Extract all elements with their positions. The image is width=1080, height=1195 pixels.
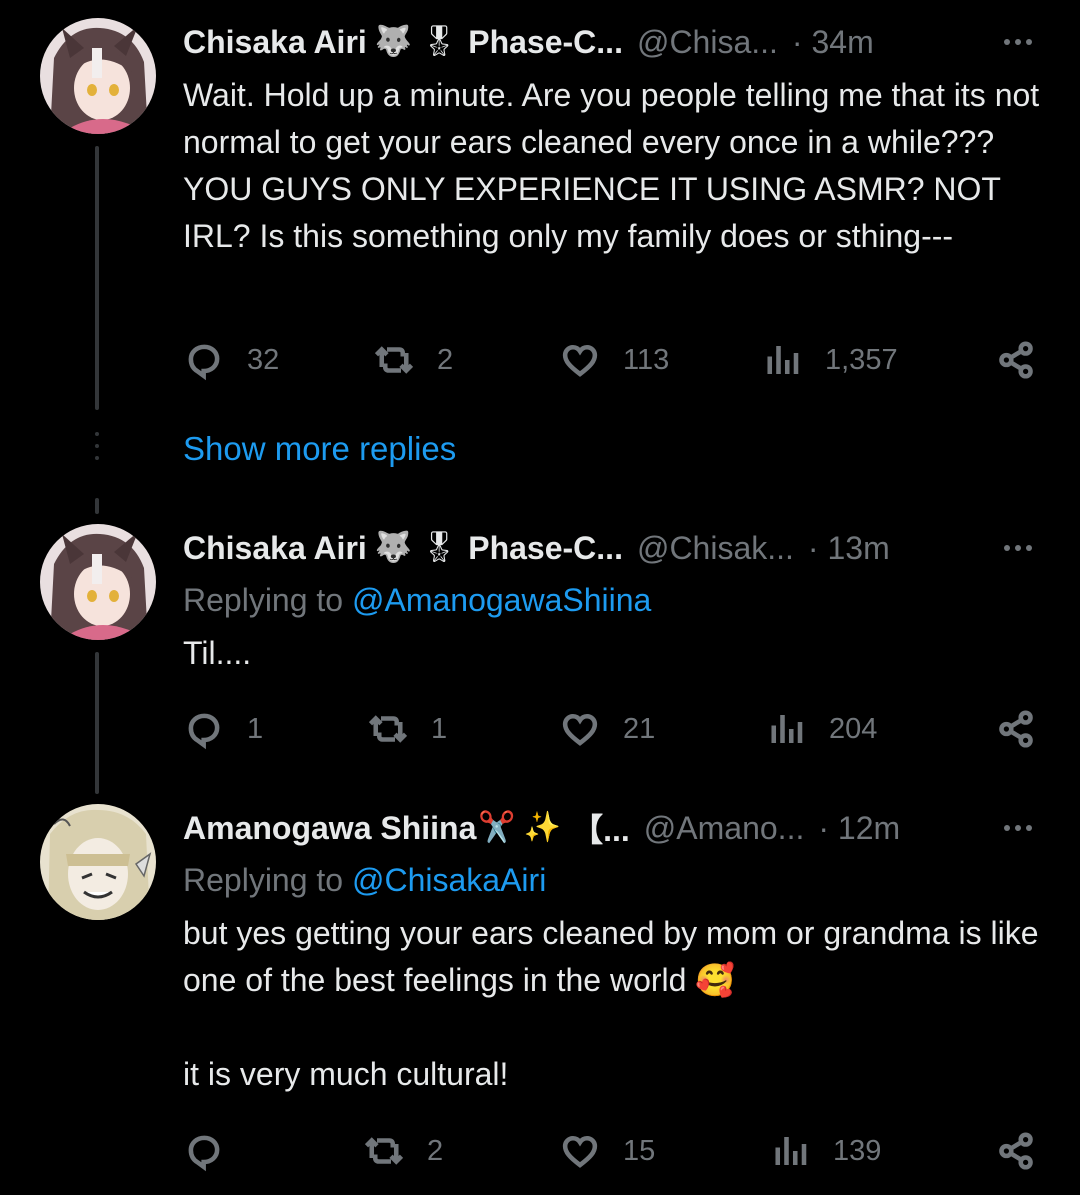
avatar[interactable] <box>40 18 156 134</box>
reply-button[interactable]: 1 <box>183 705 263 753</box>
scissors-badge-icon: ✂️ <box>478 811 516 844</box>
timestamp[interactable]: · 13m <box>808 530 890 567</box>
display-name[interactable]: Chisaka Airi <box>183 24 367 61</box>
views-count: 1,357 <box>825 343 898 376</box>
replying-to: Replying to @AmanogawaShiina <box>183 582 651 619</box>
tweet-paragraph: Til.... <box>183 635 252 671</box>
views-count: 139 <box>833 1134 882 1167</box>
retweet-count: 2 <box>427 1134 444 1167</box>
retweet-count: 1 <box>431 712 448 745</box>
like-button[interactable]: 113 <box>559 336 669 384</box>
share-button[interactable] <box>995 336 1037 384</box>
thread-line <box>95 146 99 410</box>
tweet-actions: 1 1 21 204 <box>183 705 1040 753</box>
timestamp[interactable]: · 12m <box>818 810 900 847</box>
replying-prefix: Replying to <box>183 862 352 898</box>
like-count: 113 <box>623 343 670 376</box>
thread-line <box>95 652 99 794</box>
affiliation-label[interactable]: Phase-C... <box>468 530 623 567</box>
sparkles-badge-icon: ✨ <box>523 811 562 844</box>
display-name[interactable]: Amanogawa Shiina <box>183 810 476 847</box>
like-button[interactable]: 15 <box>559 1127 655 1175</box>
tweet-paragraph: Wait. Hold up a minute. Are you people t… <box>183 77 1040 254</box>
reply-icon <box>188 713 220 750</box>
like-icon <box>562 713 598 746</box>
affiliation-label[interactable]: Phase-C... <box>468 24 623 61</box>
like-count: 21 <box>623 712 656 745</box>
tweet-paragraph: but yes getting your ears cleaned by mom… <box>183 915 1039 998</box>
more-icon[interactable] <box>1004 806 1032 850</box>
tweet-paragraph: it is very much cultural! <box>183 1056 509 1092</box>
thread-gap-dots <box>95 432 99 468</box>
reply-icon <box>188 1135 220 1172</box>
share-icon <box>999 710 1033 748</box>
retweet-icon <box>374 346 414 374</box>
reply-count: 1 <box>247 712 264 745</box>
conversation-thread: Chisaka Airi 🐺 🎖 Phase-C... @Chisa... · … <box>0 0 1080 1195</box>
reply-icon <box>188 344 220 381</box>
mention-link[interactable]: @ChisakaAiri <box>352 862 546 898</box>
tweet-text: but yes getting your ears cleaned by mom… <box>183 910 1053 1098</box>
wolf-badge-icon: 🐺 <box>374 25 413 58</box>
timestamp[interactable]: · 34m <box>792 24 874 61</box>
user-handle[interactable]: @Chisak... <box>637 530 794 567</box>
retweet-icon <box>364 1137 404 1165</box>
views-count: 204 <box>829 712 878 745</box>
like-icon <box>562 344 598 377</box>
show-more-replies-link[interactable]: Show more replies <box>183 430 456 468</box>
thread-line <box>95 498 99 514</box>
retweet-icon <box>368 715 408 743</box>
like-button[interactable]: 21 <box>559 705 655 753</box>
like-icon <box>562 1135 598 1168</box>
share-button[interactable] <box>995 1127 1037 1175</box>
user-handle[interactable]: @Amano... <box>644 810 805 847</box>
reply-count: 32 <box>247 343 280 376</box>
retweet-button[interactable]: 2 <box>363 1127 443 1175</box>
reply-button[interactable]: 32 <box>183 336 279 384</box>
avatar[interactable] <box>40 524 156 640</box>
tweet-actions: 32 2 113 1,357 <box>183 336 1040 384</box>
tweet-header: Chisaka Airi 🐺 🎖 Phase-C... @Chisak... ·… <box>183 526 1040 570</box>
medal-badge-icon: 🎖 <box>420 531 459 564</box>
replying-prefix: Replying to <box>183 582 352 618</box>
share-icon <box>999 341 1033 379</box>
share-button[interactable] <box>995 705 1037 753</box>
more-icon[interactable] <box>1004 526 1032 570</box>
retweet-count: 2 <box>437 343 454 376</box>
user-handle[interactable]: @Chisa... <box>637 24 778 61</box>
medal-badge-icon: 🎖 <box>420 25 459 58</box>
mention-link[interactable]: @AmanogawaShiina <box>352 582 651 618</box>
tweet-header: Chisaka Airi 🐺 🎖 Phase-C... @Chisa... · … <box>183 20 1040 64</box>
like-count: 15 <box>623 1134 656 1167</box>
replying-to: Replying to @ChisakaAiri <box>183 862 546 899</box>
share-icon <box>999 1132 1033 1170</box>
tweet-actions: 2 15 139 <box>183 1127 1040 1175</box>
retweet-button[interactable]: 1 <box>367 705 447 753</box>
more-icon[interactable] <box>1004 20 1032 64</box>
wolf-badge-icon: 🐺 <box>374 531 413 564</box>
views-icon <box>771 715 803 743</box>
views-button[interactable]: 139 <box>769 1127 881 1175</box>
tweet-header: Amanogawa Shiina ✂️ ✨ 【... @Amano... · 1… <box>183 806 1040 850</box>
views-icon <box>767 346 799 374</box>
tweet-text: Til.... <box>183 630 1053 677</box>
retweet-button[interactable]: 2 <box>373 336 453 384</box>
affiliation-label[interactable]: 【... <box>571 805 630 851</box>
tweet-text: Wait. Hold up a minute. Are you people t… <box>183 72 1053 260</box>
display-name[interactable]: Chisaka Airi <box>183 530 367 567</box>
views-icon <box>775 1137 807 1165</box>
avatar[interactable] <box>40 804 156 920</box>
views-button[interactable]: 1,357 <box>761 336 898 384</box>
views-button[interactable]: 204 <box>765 705 877 753</box>
reply-button[interactable] <box>183 1127 247 1175</box>
